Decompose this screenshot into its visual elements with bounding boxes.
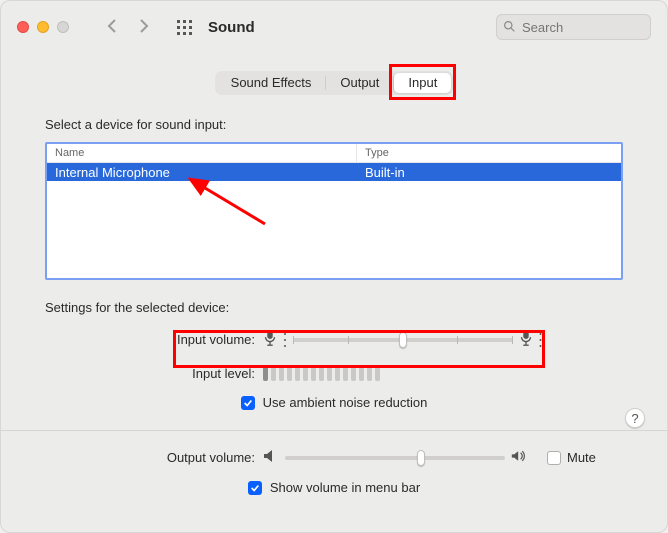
device-type: Built-in <box>357 165 621 180</box>
mic-high-icon <box>519 329 533 350</box>
mute-checkbox[interactable] <box>547 451 561 465</box>
annotation-arrow <box>175 174 275 234</box>
mic-low-icon <box>263 329 277 350</box>
select-device-label: Select a device for sound input: <box>45 117 623 132</box>
titlebar: Sound <box>1 1 667 53</box>
mic-low-dots <box>283 331 287 349</box>
input-level-label: Input level: <box>45 366 263 381</box>
table-header: Name Type <box>47 144 621 163</box>
speaker-high-icon <box>511 449 527 466</box>
tab-input[interactable]: Input <box>394 73 451 93</box>
tab-sound-effects[interactable]: Sound Effects <box>217 73 326 93</box>
search-icon <box>503 20 516 33</box>
speaker-low-icon <box>263 449 279 466</box>
minimize-icon[interactable] <box>37 21 49 33</box>
tab-output[interactable]: Output <box>326 73 393 93</box>
search-input[interactable] <box>496 14 651 40</box>
sound-prefpane-window: Sound Sound Effects Output Input Select … <box>0 0 668 533</box>
zoom-icon <box>57 21 69 33</box>
input-level-meter <box>263 367 380 381</box>
show-all-icon[interactable] <box>177 20 192 35</box>
back-button[interactable] <box>105 19 119 36</box>
menubar-checkbox[interactable] <box>248 481 262 495</box>
output-volume-label: Output volume: <box>45 450 263 465</box>
tabs: Sound Effects Output Input <box>215 71 454 95</box>
device-name: Internal Microphone <box>47 165 357 180</box>
close-icon[interactable] <box>17 21 29 33</box>
table-row[interactable]: Internal Microphone Built-in <box>47 163 621 181</box>
noise-reduction-label: Use ambient noise reduction <box>263 395 428 410</box>
settings-label: Settings for the selected device: <box>45 300 623 315</box>
column-name[interactable]: Name <box>47 144 357 162</box>
output-volume-slider[interactable] <box>285 456 505 460</box>
column-type[interactable]: Type <box>357 147 621 159</box>
menubar-label: Show volume in menu bar <box>270 480 420 495</box>
forward-button[interactable] <box>137 19 151 36</box>
mute-label: Mute <box>567 450 596 465</box>
nav-arrows <box>105 19 151 36</box>
page-title: Sound <box>208 19 255 36</box>
window-controls <box>17 21 69 33</box>
mic-high-dots <box>539 331 545 349</box>
input-volume-label: Input volume: <box>45 332 263 347</box>
device-table: Name Type Internal Microphone Built-in <box>45 142 623 280</box>
search-field[interactable] <box>496 14 651 40</box>
noise-reduction-checkbox[interactable] <box>241 396 255 410</box>
help-button[interactable]: ? <box>625 408 645 428</box>
input-volume-slider[interactable] <box>293 338 513 342</box>
